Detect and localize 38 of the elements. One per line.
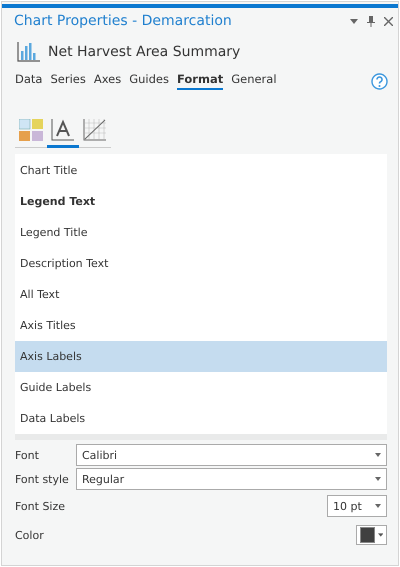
list-item[interactable]: Description Text [15, 248, 387, 279]
field-label: Font Size [15, 500, 66, 512]
tab[interactable]: Guides [129, 72, 169, 90]
caret-icon [375, 453, 381, 457]
field-label: Font [15, 448, 40, 462]
close-icon[interactable] [384, 16, 393, 26]
list-item[interactable]: Guide Labels [15, 372, 387, 403]
field-label: Font style [15, 472, 70, 486]
caret-icon [378, 533, 383, 537]
tab[interactable]: Format [177, 72, 224, 90]
tab[interactable]: Data [15, 72, 42, 90]
tab[interactable]: General [231, 72, 277, 90]
text-format-icon [51, 119, 75, 141]
color-picker[interactable] [356, 525, 387, 545]
font-dropdown[interactable]: Calibri [76, 444, 387, 466]
list-item[interactable]: Chart Title [15, 155, 387, 186]
chart-name: Net Harvest Area Summary [48, 44, 240, 60]
color-squares-icon [19, 119, 43, 141]
bar-chart-icon [17, 42, 40, 62]
caret-icon [375, 477, 381, 481]
list-item[interactable]: Data Labels [15, 403, 387, 434]
format-tab[interactable] [47, 117, 79, 148]
font-style-dropdown[interactable]: Regular [76, 468, 387, 490]
field-label: Color [15, 528, 45, 542]
font-size-dropdown[interactable]: 10 pt [327, 495, 387, 517]
pin-icon[interactable] [367, 16, 375, 26]
tab[interactable]: Series [50, 72, 86, 90]
list-item[interactable]: Axis Labels [15, 341, 387, 372]
list-item[interactable]: All Text [15, 279, 387, 310]
list-item[interactable]: Axis Titles [15, 310, 387, 341]
caret-icon [375, 504, 381, 508]
tab[interactable]: Axes [94, 72, 122, 90]
list-item[interactable]: Legend Text [15, 186, 387, 217]
grid-icon [83, 119, 107, 141]
dropdown-icon[interactable] [350, 18, 358, 24]
window-title: Chart Properties - Demarcation [14, 13, 232, 29]
help-icon[interactable] [371, 72, 388, 90]
list-item[interactable]: Legend Title [15, 217, 387, 248]
